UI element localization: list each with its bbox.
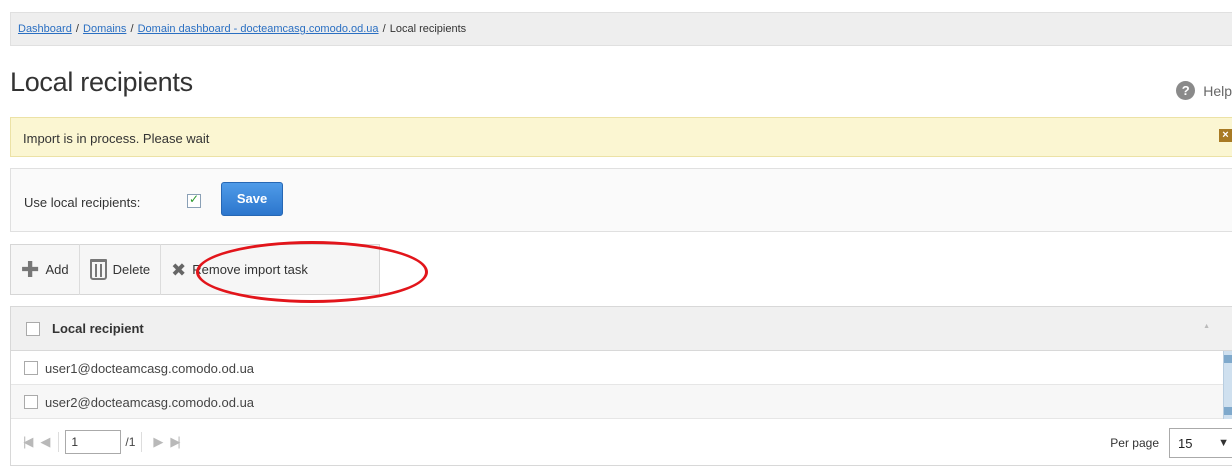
last-page-icon[interactable]: ▶|	[170, 434, 181, 450]
delete-label: Delete	[112, 262, 151, 277]
scroll-up-icon[interactable]	[1224, 355, 1232, 363]
delete-button[interactable]: Delete	[80, 244, 162, 295]
question-circle-icon: ?	[1176, 81, 1196, 100]
use-local-recipients-checkbox[interactable]	[187, 192, 201, 208]
table-header: Local recipient ▲	[11, 307, 1232, 351]
trash-icon	[89, 259, 107, 280]
per-page-select[interactable]: 15 ▼	[1169, 428, 1232, 458]
column-header-local-recipient[interactable]: Local recipient	[52, 321, 144, 336]
remove-import-task-button[interactable]: ✖ Remove import task	[161, 244, 318, 295]
remove-import-task-label: Remove import task	[192, 262, 308, 277]
page-title: Local recipients	[10, 67, 193, 97]
row-checkbox[interactable]	[24, 395, 38, 409]
per-page-value: 15	[1178, 435, 1193, 451]
breadcrumb-link-dashboard[interactable]: Dashboard	[18, 23, 72, 35]
breadcrumb-separator: /	[130, 23, 134, 35]
import-notice: Import is in process. Please wait ×	[10, 117, 1232, 157]
sort-icon[interactable]: ▲	[1203, 323, 1210, 330]
first-page-icon[interactable]: |◀	[23, 434, 34, 450]
save-button[interactable]: Save	[221, 182, 283, 216]
breadcrumb-separator: /	[75, 23, 79, 35]
pagination: |◀ ◀ /1 ▶ ▶| Per page 15 ▼	[11, 419, 1232, 465]
plus-icon: ✚	[21, 256, 40, 282]
recipient-email: user2@docteamcasg.comodo.od.ua	[45, 395, 255, 410]
page-number-input[interactable]	[65, 430, 122, 454]
select-all-checkbox[interactable]	[26, 322, 40, 336]
table-row[interactable]: user2@docteamcasg.comodo.od.ua	[11, 385, 1232, 419]
chevron-down-icon: ▼	[1218, 437, 1229, 449]
add-button[interactable]: ✚ Add	[11, 244, 80, 295]
row-checkbox[interactable]	[24, 361, 38, 375]
prev-page-icon[interactable]: ◀	[40, 434, 50, 450]
table-row[interactable]: user1@docteamcasg.comodo.od.ua	[11, 351, 1232, 385]
breadcrumb-link-domains[interactable]: Domains	[83, 23, 126, 35]
vertical-scrollbar[interactable]	[1223, 351, 1232, 419]
close-icon[interactable]: ×	[1219, 129, 1232, 142]
use-local-recipients-label: Use local recipients:	[24, 195, 141, 210]
divider	[141, 432, 143, 452]
scroll-down-icon[interactable]	[1224, 407, 1232, 415]
help-link[interactable]: ? Help	[1176, 81, 1232, 100]
add-label: Add	[45, 262, 69, 277]
notice-text: Import is in process. Please wait	[23, 131, 210, 146]
help-label: Help	[1203, 82, 1232, 99]
breadcrumb: Dashboard / Domains / Domain dashboard -…	[10, 12, 1232, 46]
settings-panel: Use local recipients: Save	[10, 168, 1232, 232]
toolbar: ✚ Add Delete ✖ Remove import task	[10, 244, 380, 295]
per-page-label: Per page	[1110, 436, 1159, 450]
close-icon: ✖	[171, 259, 187, 280]
recipient-email: user1@docteamcasg.comodo.od.ua	[45, 361, 255, 376]
breadcrumb-current: Local recipients	[389, 23, 467, 35]
divider	[58, 432, 60, 452]
page-total: /1	[125, 435, 136, 449]
breadcrumb-link-domain-dashboard[interactable]: Domain dashboard - docteamcasg.comodo.od…	[138, 23, 379, 35]
breadcrumb-separator: /	[382, 23, 386, 35]
next-page-icon[interactable]: ▶	[153, 434, 163, 450]
per-page-control: Per page 15 ▼	[1110, 428, 1232, 458]
recipients-table: Local recipient ▲ user1@docteamcasg.como…	[10, 306, 1232, 466]
